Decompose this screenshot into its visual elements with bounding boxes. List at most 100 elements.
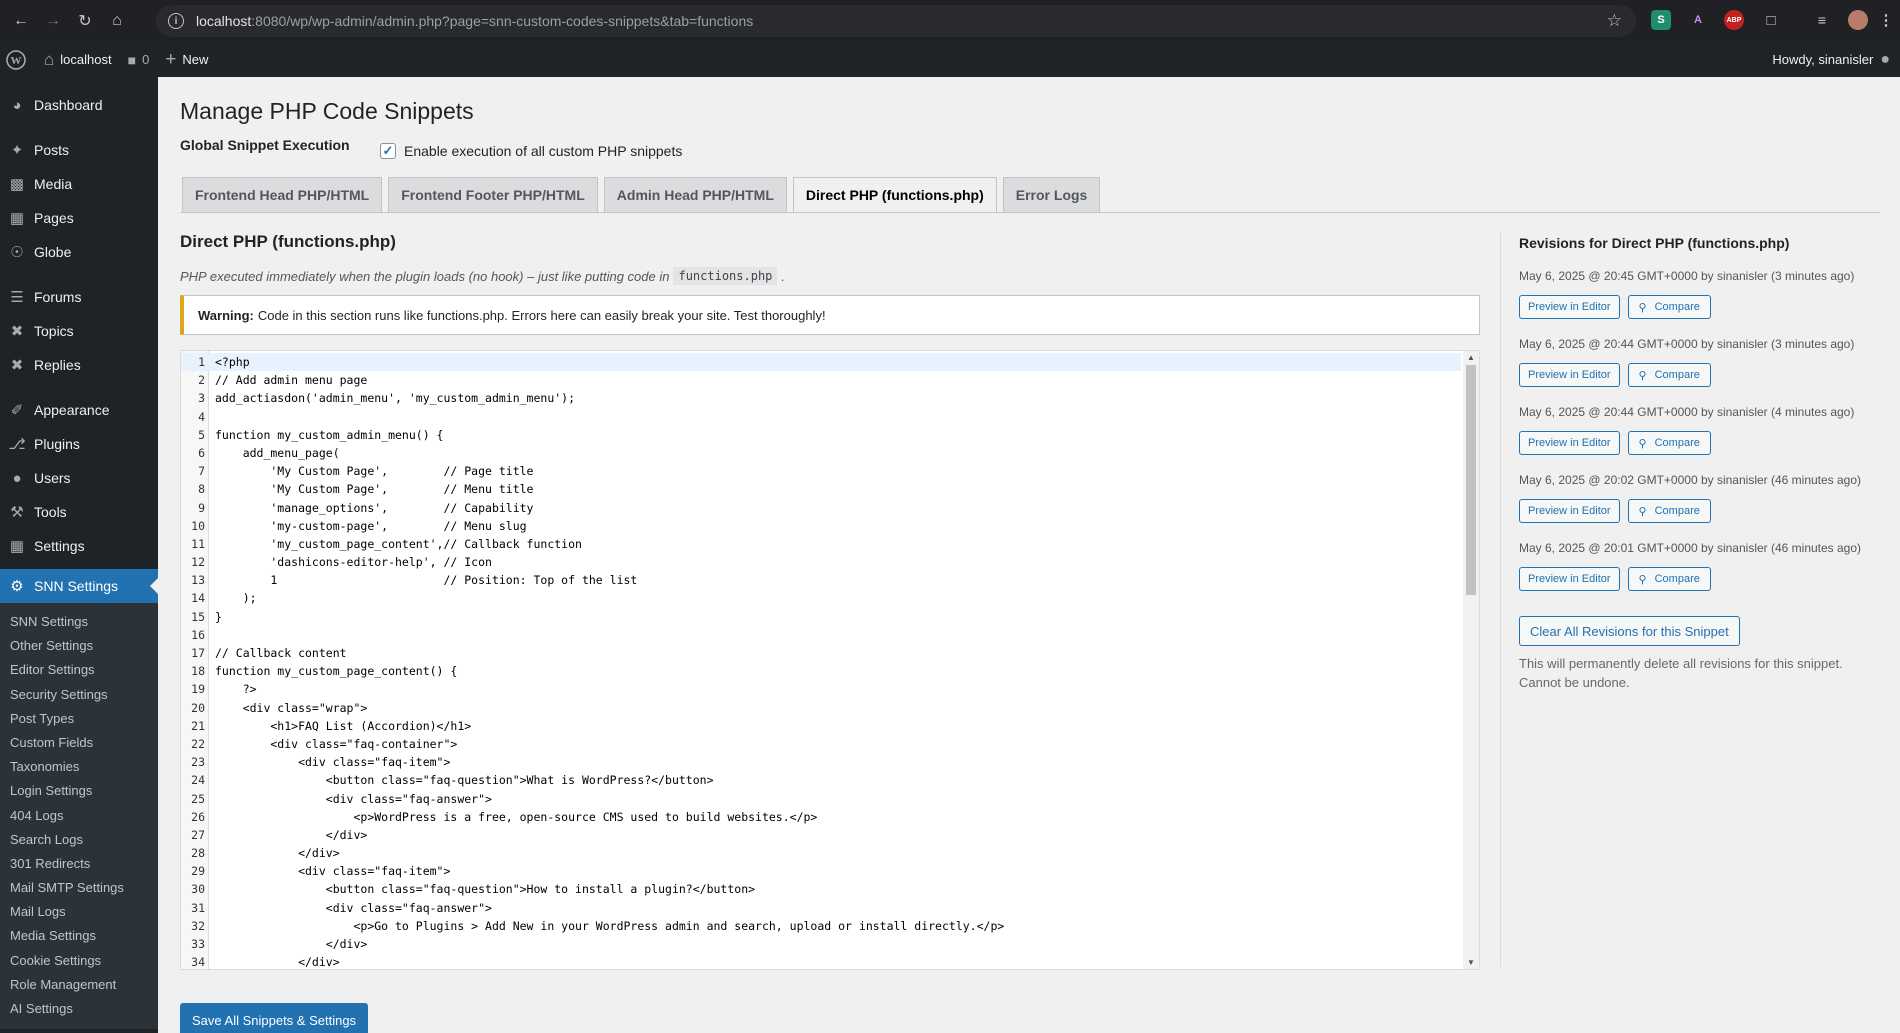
submenu-media-settings[interactable]: Media Settings — [0, 924, 158, 948]
code-line[interactable]: 22 <div class="faq-container"> — [181, 735, 1461, 753]
submenu-search-logs[interactable]: Search Logs — [0, 828, 158, 852]
code-line[interactable]: 19 ?> — [181, 680, 1461, 698]
submenu-404-logs[interactable]: 404 Logs — [0, 804, 158, 828]
menu-topics[interactable]: ✖ Topics — [0, 314, 158, 348]
code-line[interactable]: 11 'my_custom_page_content',// Callback … — [181, 535, 1461, 553]
save-all-button[interactable]: Save All Snippets & Settings — [180, 1003, 369, 1033]
bookmark-star-icon[interactable]: ☆ — [1607, 11, 1622, 31]
new-content-link[interactable]: + New — [157, 42, 216, 77]
extensions-puzzle-icon[interactable]: □ — [1761, 10, 1781, 30]
code-line[interactable]: 17 // Callback content — [181, 644, 1461, 662]
code-line[interactable]: 26 <p>WordPress is a free, open-source C… — [181, 808, 1461, 826]
submenu-mail-smtp-settings[interactable]: Mail SMTP Settings — [0, 876, 158, 900]
code-line[interactable]: 10 'my-custom-page', // Menu slug — [181, 517, 1461, 535]
code-line[interactable]: 27 </div> — [181, 826, 1461, 844]
code-line[interactable]: 3 add_actiasdon('admin_menu', 'my_custom_… — [181, 389, 1461, 407]
menu-dots-icon[interactable]: ⋮ — [1876, 10, 1896, 30]
scrollbar-thumb[interactable] — [1466, 365, 1476, 595]
compare-button[interactable]: ⚲ Compare — [1627, 499, 1711, 523]
reload-icon[interactable]: ↻ — [72, 8, 98, 34]
menu-media[interactable]: ▩ Media — [0, 167, 158, 201]
home-icon[interactable]: ⌂ — [104, 8, 130, 34]
scroll-down-arrow-icon[interactable]: ▼ — [1463, 958, 1479, 967]
code-line[interactable]: 21 <h1>FAQ List (Accordion)</h1> — [181, 717, 1461, 735]
checkbox-checked-icon[interactable]: ✓ — [380, 143, 396, 159]
menu-plugins[interactable]: ⎇ Plugins — [0, 427, 158, 461]
forward-icon[interactable]: → — [40, 8, 66, 34]
submenu-role-management[interactable]: Role Management — [0, 973, 158, 997]
extension-translate-icon[interactable]: A — [1688, 10, 1708, 30]
wordpress-logo-icon[interactable]: W — [0, 42, 36, 77]
my-account-link[interactable]: Howdy, sinanisler ● — [1772, 42, 1890, 77]
tab-admin-head[interactable]: Admin Head PHP/HTML — [603, 177, 787, 212]
submenu-custom-fields[interactable]: Custom Fields — [0, 731, 158, 755]
submenu-other-settings[interactable]: Other Settings — [0, 634, 158, 658]
global-execution-toggle[interactable]: ✓ Enable execution of all custom PHP sni… — [380, 143, 682, 159]
code-line[interactable]: 7 'My Custom Page', // Page title — [181, 462, 1461, 480]
code-line[interactable]: 2 // Add admin menu page — [181, 371, 1461, 389]
code-line[interactable]: 4 — [181, 408, 1461, 426]
extension-s-icon[interactable]: S — [1651, 10, 1671, 30]
editor-scrollbar[interactable]: ▲ ▼ — [1463, 351, 1479, 969]
menu-globe[interactable]: ☉ Globe — [0, 235, 158, 269]
tab-error-logs[interactable]: Error Logs — [1002, 177, 1101, 212]
code-line[interactable]: 29 <div class="faq-item"> — [181, 862, 1461, 880]
menu-replies[interactable]: ✖ Replies — [0, 348, 158, 382]
submenu-security-settings[interactable]: Security Settings — [0, 683, 158, 707]
code-line[interactable]: 28 </div> — [181, 844, 1461, 862]
code-line[interactable]: 14 ); — [181, 589, 1461, 607]
tab-frontend-head[interactable]: Frontend Head PHP/HTML — [182, 177, 383, 212]
menu-settings[interactable]: ▦ Settings — [0, 529, 158, 563]
compare-button[interactable]: ⚲ Compare — [1627, 567, 1711, 591]
code-line[interactable]: 18 function my_custom_page_content() { — [181, 662, 1461, 680]
site-name-link[interactable]: ⌂ localhost — [36, 42, 120, 77]
menu-pages[interactable]: ▦ Pages — [0, 201, 158, 235]
code-line[interactable]: 24 <button class="faq-question">What is … — [181, 771, 1461, 789]
menu-appearance[interactable]: ✐ Appearance — [0, 393, 158, 427]
code-line[interactable]: 33 </div> — [181, 935, 1461, 953]
code-line[interactable]: 30 <button class="faq-question">How to i… — [181, 880, 1461, 898]
submenu-mail-logs[interactable]: Mail Logs — [0, 900, 158, 924]
code-line[interactable]: 9 'manage_options', // Capability — [181, 499, 1461, 517]
code-editor[interactable]: 1 <?php 2 // Add admin menu page 3 add_actias… — [180, 350, 1480, 970]
code-line[interactable]: 6 add_menu_page( — [181, 444, 1461, 462]
code-line[interactable]: 15} — [181, 608, 1461, 626]
preview-in-editor-button[interactable]: Preview in Editor — [1519, 567, 1620, 591]
submenu-301-redirects[interactable]: 301 Redirects — [0, 852, 158, 876]
site-info-icon[interactable]: i — [168, 13, 184, 29]
preview-in-editor-button[interactable]: Preview in Editor — [1519, 363, 1620, 387]
comments-link[interactable]: ■ 0 — [120, 42, 158, 77]
menu-posts[interactable]: ✦ Posts — [0, 133, 158, 167]
menu-users[interactable]: ● Users — [0, 461, 158, 495]
submenu-taxonomies[interactable]: Taxonomies — [0, 755, 158, 779]
menu-snn-settings[interactable]: ⚙ SNN Settings — [0, 569, 158, 603]
compare-button[interactable]: ⚲ Compare — [1627, 431, 1711, 455]
code-line[interactable]: 34 </div> — [181, 953, 1461, 969]
menu-tools[interactable]: ⚒ Tools — [0, 495, 158, 529]
submenu-post-types[interactable]: Post Types — [0, 707, 158, 731]
profile-avatar[interactable] — [1848, 10, 1868, 30]
code-lines[interactable]: 1 <?php 2 // Add admin menu page 3 add_actias… — [181, 353, 1461, 969]
preview-in-editor-button[interactable]: Preview in Editor — [1519, 295, 1620, 319]
scroll-up-arrow-icon[interactable]: ▲ — [1463, 353, 1479, 362]
menu-dashboard[interactable]: ◕ Dashboard — [0, 88, 158, 122]
code-line[interactable]: 32 <p>Go to Plugins > Add New in your Wo… — [181, 917, 1461, 935]
menu-forums[interactable]: ☰ Forums — [0, 280, 158, 314]
code-line[interactable]: 31 <div class="faq-answer"> — [181, 899, 1461, 917]
back-icon[interactable]: ← — [8, 8, 34, 34]
submenu-snn-settings[interactable]: SNN Settings — [0, 610, 158, 634]
compare-button[interactable]: ⚲ Compare — [1627, 363, 1711, 387]
code-line[interactable]: 20 <div class="wrap"> — [181, 699, 1461, 717]
submenu-editor-settings[interactable]: Editor Settings — [0, 658, 158, 682]
submenu-login-settings[interactable]: Login Settings — [0, 779, 158, 803]
preview-in-editor-button[interactable]: Preview in Editor — [1519, 499, 1620, 523]
code-line[interactable]: 5 function my_custom_admin_menu() { — [181, 426, 1461, 444]
tab-frontend-footer[interactable]: Frontend Footer PHP/HTML — [388, 177, 598, 212]
code-line[interactable]: 8 'My Custom Page', // Menu title — [181, 480, 1461, 498]
code-line[interactable]: 1 <?php — [181, 353, 1461, 372]
code-line[interactable]: 12 'dashicons-editor-help', // Icon — [181, 553, 1461, 571]
code-line[interactable]: 13 1 // Position: Top of the list — [181, 571, 1461, 589]
code-line[interactable]: 23 <div class="faq-item"> — [181, 753, 1461, 771]
compare-button[interactable]: ⚲ Compare — [1627, 295, 1711, 319]
clear-revisions-button[interactable]: Clear All Revisions for this Snippet — [1519, 616, 1740, 646]
